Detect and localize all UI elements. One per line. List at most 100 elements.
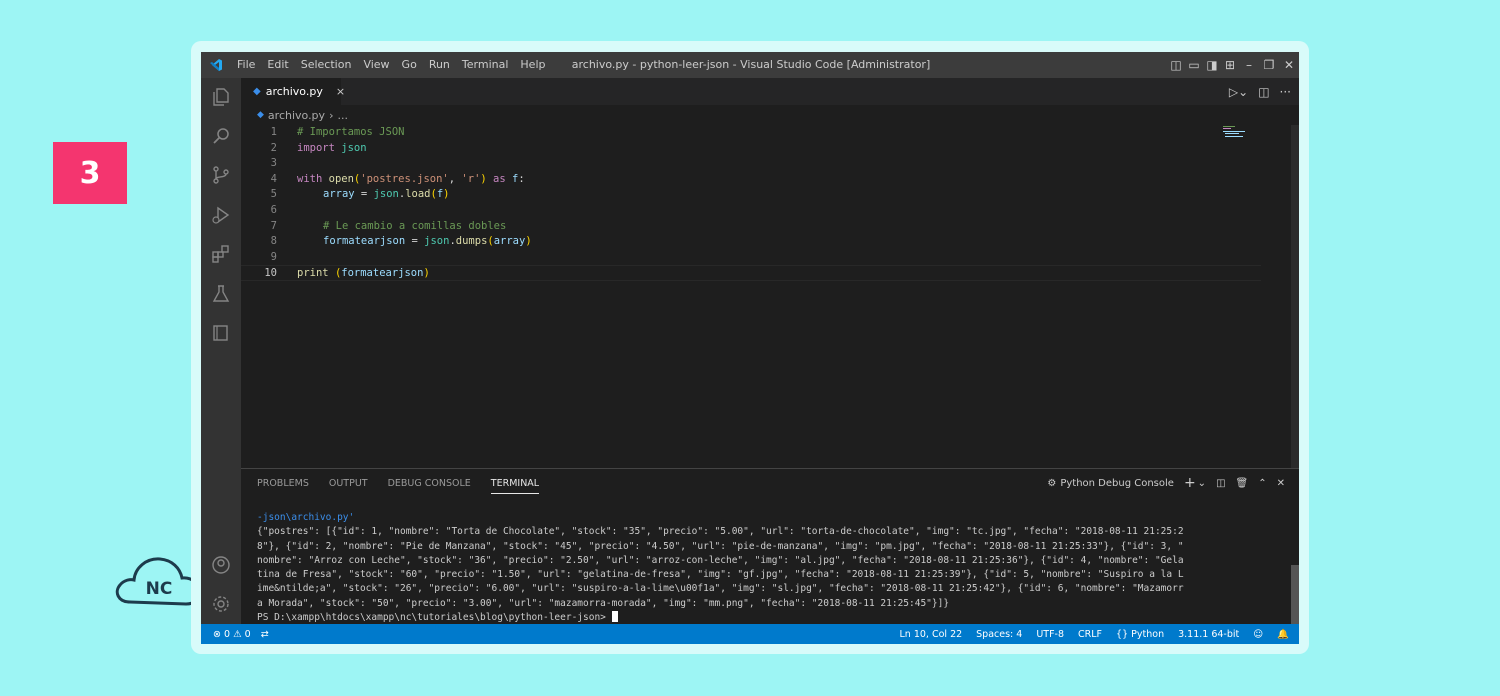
terminal-output[interactable]: -json\archivo.py' {"postres": [{"id": 1,… bbox=[257, 511, 1279, 625]
testing-flask-icon[interactable] bbox=[210, 283, 232, 305]
code-line-9: 9 bbox=[241, 250, 1261, 266]
debug-gear-icon: ⚙ bbox=[1047, 477, 1057, 489]
source-control-icon[interactable] bbox=[210, 164, 232, 186]
close-window-icon[interactable]: ✕ bbox=[1279, 58, 1299, 72]
minimap[interactable] bbox=[1221, 125, 1271, 139]
window-controls: ◫ ▭ ◨ ⊞ – ❐ ✕ bbox=[1167, 52, 1299, 78]
close-tab-icon[interactable]: × bbox=[336, 85, 345, 98]
tab-debug-console[interactable]: DEBUG CONSOLE bbox=[388, 478, 471, 489]
code-line-5: 5 array = json.load(f) bbox=[241, 187, 1261, 203]
code-editor[interactable]: 1 # Importamos JSON 2 import json 3 4 with … bbox=[241, 125, 1261, 281]
tab-problems[interactable]: PROBLEMS bbox=[257, 478, 309, 489]
minimize-icon[interactable]: – bbox=[1239, 58, 1259, 72]
code-line-8: 8 formatearjson = json.dumps(array) bbox=[241, 234, 1261, 250]
menu-file[interactable]: File bbox=[231, 52, 261, 78]
activity-bar bbox=[201, 78, 241, 624]
terminal-line: 8"}, {"id": 2, "nombre": "Pie de Manzana… bbox=[257, 540, 1184, 552]
title-bar: File Edit Selection View Go Run Terminal… bbox=[201, 52, 1299, 78]
menu-selection[interactable]: Selection bbox=[295, 52, 358, 78]
editor-tabs: ◆ archivo.py × ▷⌄ ◫ ··· bbox=[241, 78, 1299, 105]
line-number: 10 bbox=[264, 267, 277, 280]
encoding[interactable]: UTF-8 bbox=[1036, 629, 1064, 640]
terminal-line: a Morada", "stock": "50", "precio": "3.0… bbox=[257, 597, 950, 609]
terminal-line: nombre": "Arroz con Leche", "stock": "36… bbox=[257, 554, 1184, 566]
code-line-10: 10 print (formatearjson) bbox=[241, 265, 1261, 281]
panel-tabs: PROBLEMS OUTPUT DEBUG CONSOLE TERMINAL bbox=[257, 469, 540, 497]
tab-output[interactable]: OUTPUT bbox=[329, 478, 368, 489]
toggle-secondary-sidebar-icon[interactable]: ◨ bbox=[1203, 58, 1221, 72]
maximize-panel-icon[interactable]: ⌃ bbox=[1258, 478, 1266, 489]
editor-actions: ▷⌄ ◫ ··· bbox=[1229, 78, 1291, 105]
menu-view[interactable]: View bbox=[357, 52, 395, 78]
accounts-icon[interactable] bbox=[210, 554, 232, 576]
editor-scrollbar[interactable] bbox=[1291, 125, 1299, 520]
breadcrumb-more[interactable]: ... bbox=[337, 109, 348, 122]
trash-icon[interactable]: 🗑 bbox=[1236, 478, 1249, 489]
braces-icon: {} bbox=[1116, 628, 1129, 640]
line-number: 2 bbox=[270, 141, 277, 154]
terminal-cursor bbox=[611, 611, 618, 623]
end-of-line[interactable]: CRLF bbox=[1078, 629, 1102, 640]
vscode-logo-icon bbox=[201, 52, 231, 78]
chevron-down-icon[interactable]: ⌄ bbox=[1198, 478, 1206, 489]
new-terminal-icon[interactable]: + bbox=[1184, 475, 1196, 491]
python-file-icon: ◆ bbox=[257, 110, 264, 120]
error-icon: ⊗ bbox=[213, 628, 221, 640]
line-number: 1 bbox=[270, 126, 277, 138]
run-debug-icon[interactable] bbox=[210, 204, 232, 226]
status-bar: ⊗ 0 ⚠ 0 ⇄ Ln 10, Col 22 Spaces: 4 UTF-8 … bbox=[201, 624, 1299, 644]
vscode-window: File Edit Selection View Go Run Terminal… bbox=[201, 52, 1299, 644]
toggle-sidebar-icon[interactable]: ◫ bbox=[1167, 58, 1185, 72]
terminal-line: ime&ntilde;a", "stock": "26", "precio": … bbox=[257, 583, 1184, 595]
feedback-icon[interactable]: ☺ bbox=[1253, 629, 1263, 640]
line-number: 5 bbox=[270, 188, 277, 201]
notifications-bell-icon[interactable]: 🔔 bbox=[1277, 629, 1289, 640]
breadcrumb-file[interactable]: archivo.py bbox=[268, 109, 325, 122]
window-title: archivo.py - python-leer-json - Visual S… bbox=[571, 58, 931, 71]
terminal-scrollbar[interactable] bbox=[1291, 565, 1299, 625]
language-mode[interactable]: {} Python bbox=[1116, 629, 1164, 640]
menu-run[interactable]: Run bbox=[423, 52, 456, 78]
settings-gear-icon[interactable] bbox=[210, 593, 232, 615]
warning-icon: ⚠ bbox=[233, 628, 242, 640]
logo-text: NC bbox=[146, 579, 173, 599]
indentation[interactable]: Spaces: 4 bbox=[976, 629, 1022, 640]
error-count: 0 bbox=[224, 628, 231, 640]
terminal-selector[interactable]: Python Debug Console bbox=[1060, 478, 1174, 489]
python-interpreter[interactable]: 3.11.1 64-bit bbox=[1178, 629, 1239, 640]
terminal-line: {"postres": [{"id": 1, "nombre": "Torta … bbox=[257, 526, 1184, 538]
cursor-position[interactable]: Ln 10, Col 22 bbox=[900, 629, 963, 640]
notebook-icon[interactable] bbox=[210, 322, 232, 344]
close-panel-icon[interactable]: ✕ bbox=[1277, 478, 1285, 489]
tab-terminal[interactable]: TERMINAL bbox=[490, 478, 540, 494]
toggle-panel-icon[interactable]: ▭ bbox=[1185, 58, 1203, 72]
explorer-icon[interactable] bbox=[210, 86, 232, 108]
breadcrumb: ◆ archivo.py › ... bbox=[241, 105, 1299, 125]
line-number: 9 bbox=[270, 250, 277, 263]
search-icon[interactable] bbox=[210, 125, 232, 147]
breadcrumb-separator: › bbox=[329, 108, 334, 122]
split-editor-icon[interactable]: ◫ bbox=[1258, 85, 1269, 99]
line-number: 7 bbox=[270, 219, 277, 232]
split-terminal-icon[interactable]: ◫ bbox=[1216, 478, 1225, 489]
run-python-file-icon[interactable]: ▷⌄ bbox=[1229, 85, 1248, 99]
line-number: 8 bbox=[270, 235, 277, 248]
problems-status[interactable]: ⊗ 0 ⚠ 0 bbox=[213, 629, 251, 640]
python-file-icon: ◆ bbox=[253, 86, 261, 97]
code-line-2: 2 import json bbox=[241, 141, 1261, 157]
code-line-4: 4 with open('postres.json', 'r') as f: bbox=[241, 172, 1261, 188]
menu-go[interactable]: Go bbox=[396, 52, 423, 78]
code-line-7: 7 # Le cambio a comillas dobles bbox=[241, 219, 1261, 235]
line-number: 4 bbox=[270, 172, 277, 185]
restore-icon[interactable]: ❐ bbox=[1259, 58, 1279, 72]
extensions-icon[interactable] bbox=[210, 243, 232, 265]
menu-edit[interactable]: Edit bbox=[261, 52, 294, 78]
tab-archivo-py[interactable]: ◆ archivo.py × bbox=[241, 78, 345, 105]
step-badge: 3 bbox=[53, 142, 127, 204]
tab-label: archivo.py bbox=[265, 85, 323, 98]
live-share-icon[interactable]: ⇄ bbox=[261, 629, 269, 640]
code-line-1: 1 # Importamos JSON bbox=[241, 125, 1261, 141]
more-actions-icon[interactable]: ··· bbox=[1280, 85, 1291, 99]
terminal-prompt: PS D:\xampp\htdocs\xampp\nc\tutoriales\b… bbox=[257, 612, 606, 624]
customize-layout-icon[interactable]: ⊞ bbox=[1221, 58, 1239, 72]
